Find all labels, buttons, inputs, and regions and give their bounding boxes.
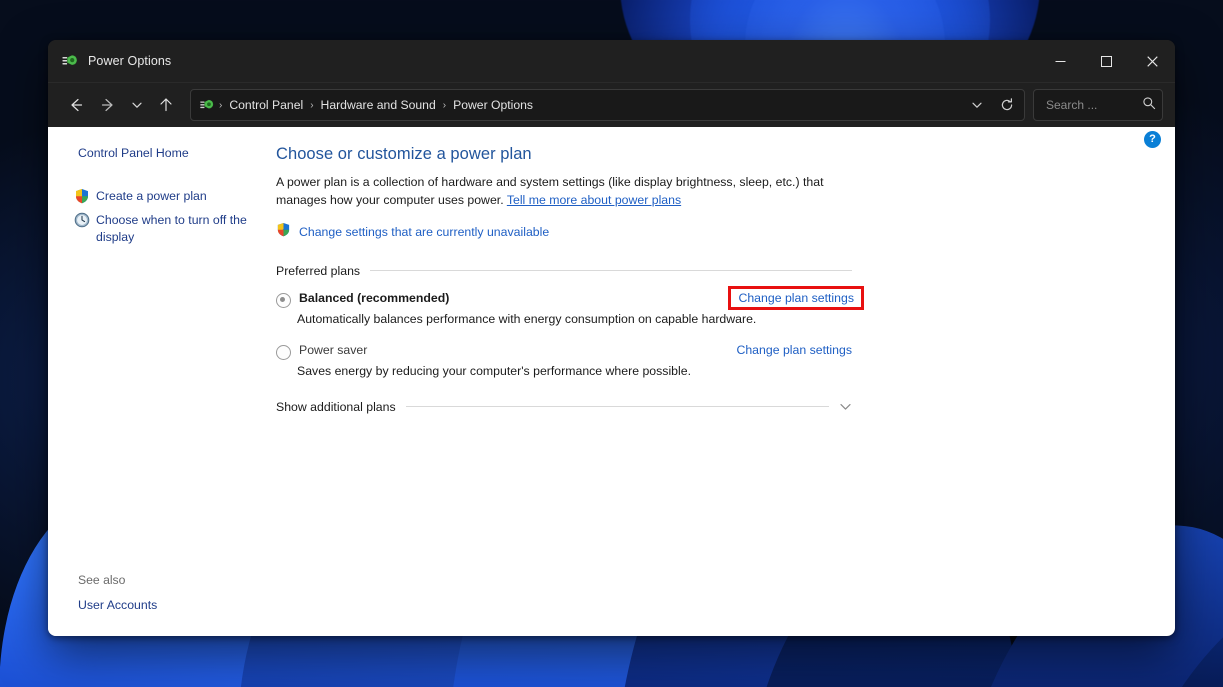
maximize-button[interactable] [1083,40,1129,82]
sidebar-item-choose-when-to-turn-off-the-display[interactable]: Choose when to turn off the display [48,208,274,249]
power-plug-icon [199,97,215,113]
power-plug-icon [61,52,79,70]
window-title: Power Options [88,54,171,68]
change-unavailable-settings-link[interactable]: Change settings that are currently unava… [299,225,549,239]
plan-row: Balanced (recommended) Automatically bal… [276,291,852,326]
uac-settings-row: Change settings that are currently unava… [276,222,876,242]
shield-icon [276,222,291,242]
sidebar: Control Panel Home Create a power plan [48,127,274,636]
show-additional-plans-label: Show additional plans [276,400,396,414]
previous-locations-button[interactable] [962,92,992,118]
plan-row: Power saver Saves energy by reducing you… [276,343,852,378]
plan-name: Power saver [299,343,367,357]
refresh-button[interactable] [992,92,1022,118]
breadcrumb-separator: › [309,100,314,111]
clock-icon [74,212,90,228]
main-panel: ? Choose or customize a power plan A pow… [274,127,1175,636]
plan-description: Automatically balances performance with … [276,312,852,326]
page-description: A power plan is a collection of hardware… [276,174,858,210]
window-controls [1037,40,1175,82]
address-bar-actions [962,92,1022,118]
breadcrumb-item-control-panel[interactable]: Control Panel [223,95,309,115]
see-also-section: See also User Accounts [48,569,274,636]
plan-name: Balanced (recommended) [299,291,449,305]
title-bar: Power Options [48,40,1175,83]
search-icon [1142,96,1156,115]
sidebar-item-create-a-power-plan[interactable]: Create a power plan [48,184,274,209]
plan-radio-balanced[interactable] [276,293,291,308]
title-bar-left: Power Options [48,52,171,70]
chevron-down-icon[interactable] [839,400,852,413]
preferred-plans-label: Preferred plans [276,264,360,278]
address-bar[interactable]: › Control Panel › Hardware and Sound › P… [190,89,1025,121]
breadcrumb-item-power-options[interactable]: Power Options [447,95,539,115]
power-options-window: Power Options [48,40,1175,636]
close-button[interactable] [1129,40,1175,82]
navigation-bar: › Control Panel › Hardware and Sound › P… [48,83,1175,127]
plan-description: Saves energy by reducing your computer's… [276,364,852,378]
preferred-plans-header: Preferred plans [276,264,852,278]
recent-locations-button[interactable] [124,90,150,120]
tell-me-more-link[interactable]: Tell me more about power plans [507,193,681,207]
search-input[interactable] [1044,97,1142,113]
main-inner: Choose or customize a power plan A power… [274,145,916,414]
sidebar-item-control-panel-home[interactable]: Control Panel Home [48,141,274,166]
content-area: Control Panel Home Create a power plan [48,127,1175,636]
minimize-button[interactable] [1037,40,1083,82]
section-divider [406,406,829,407]
show-additional-plans[interactable]: Show additional plans [276,400,852,414]
plan-radio-power-saver[interactable] [276,345,291,360]
sidebar-item-user-accounts[interactable]: User Accounts [48,593,274,618]
sidebar-item-label: Create a power plan [96,189,207,203]
breadcrumb-item-hardware-and-sound[interactable]: Hardware and Sound [315,95,442,115]
back-button[interactable] [60,90,92,120]
search-box[interactable] [1033,89,1163,121]
help-icon[interactable]: ? [1144,131,1161,148]
shield-icon [74,188,90,204]
up-button[interactable] [150,90,182,120]
section-divider [370,270,852,271]
change-plan-settings-power-saver[interactable]: Change plan settings [736,343,852,357]
change-plan-settings-balanced[interactable]: Change plan settings [728,286,864,310]
forward-button[interactable] [92,90,124,120]
page-title: Choose or customize a power plan [276,145,876,164]
sidebar-item-label: Choose when to turn off the display [96,213,247,244]
see-also-label: See also [48,569,274,593]
breadcrumb: › Control Panel › Hardware and Sound › P… [218,95,962,115]
sidebar-spacer [48,166,274,184]
